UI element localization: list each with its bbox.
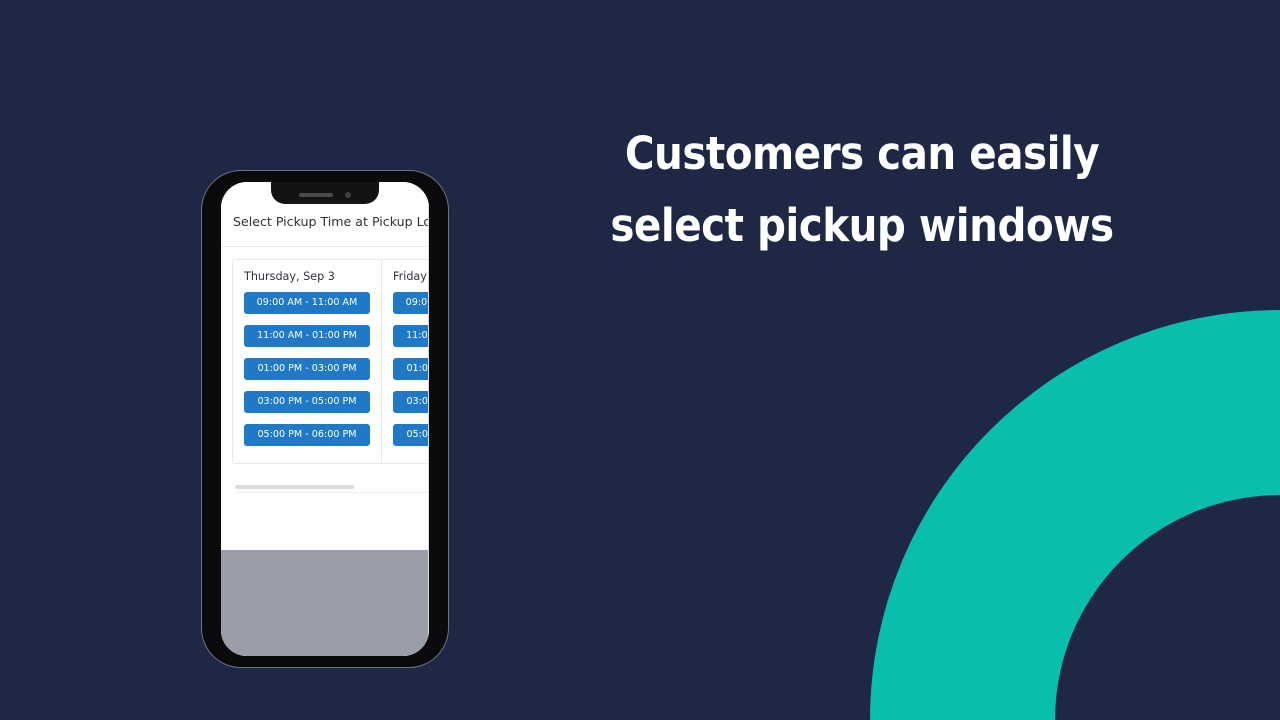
time-slot-button[interactable]: 11:00 AM - 01:00 PM xyxy=(244,324,370,347)
phone-notch xyxy=(271,182,379,204)
day-column: Thursday, Sep 3 09:00 AM - 11:00 AM 11:0… xyxy=(233,259,382,463)
scrollbar-thumb[interactable] xyxy=(235,484,354,489)
time-slot-button[interactable]: 11:00 AM - 01:00 PM xyxy=(393,324,429,347)
teal-ring-decoration xyxy=(870,310,1280,720)
headline-line-1: Customers can easily xyxy=(624,127,1100,180)
headline: Customers can easily select pickup windo… xyxy=(590,118,1134,262)
time-slot-button[interactable]: 09:00 AM - 11:00 AM xyxy=(393,291,429,314)
pickup-slot-card: Thursday, Sep 3 09:00 AM - 11:00 AM 11:0… xyxy=(232,258,429,464)
page-bottom-area xyxy=(221,550,429,656)
time-slot-button[interactable]: 05:00 PM - 06:00 PM xyxy=(393,423,429,446)
screen-clip-edge xyxy=(428,182,429,656)
page-whitespace xyxy=(221,492,429,550)
time-slot-button[interactable]: 05:00 PM - 06:00 PM xyxy=(244,423,370,446)
speaker-grill-icon xyxy=(299,192,333,197)
teal-ring-outer xyxy=(870,310,1280,720)
teal-ring-inner-cutout xyxy=(1055,495,1280,720)
time-slot-button[interactable]: 03:00 PM - 05:00 PM xyxy=(393,390,429,413)
modal-body: Thursday, Sep 3 09:00 AM - 11:00 AM 11:0… xyxy=(221,247,429,493)
front-camera-icon xyxy=(345,191,351,198)
horizontal-scrollbar[interactable] xyxy=(235,484,429,493)
day-column: Friday, Sep 4 09:00 AM - 11:00 AM 11:00 … xyxy=(382,260,429,463)
day-label: Friday, Sep 4 xyxy=(393,269,429,283)
time-slot-button[interactable]: 09:00 AM - 11:00 AM xyxy=(244,291,370,314)
app-page: Select Pickup Time at Pickup Location 1 … xyxy=(221,182,429,656)
time-slot-button[interactable]: 01:00 PM - 03:00 PM xyxy=(244,357,370,380)
modal-title: Select Pickup Time at Pickup Location 1 xyxy=(233,214,429,229)
headline-line-2: select pickup windows xyxy=(610,199,1114,252)
day-label: Thursday, Sep 3 xyxy=(244,269,335,283)
phone-mockup: Select Pickup Time at Pickup Location 1 … xyxy=(201,170,449,668)
time-slot-button[interactable]: 01:00 PM - 03:00 PM xyxy=(393,357,429,380)
phone-screen: Select Pickup Time at Pickup Location 1 … xyxy=(221,182,429,656)
time-slot-button[interactable]: 03:00 PM - 05:00 PM xyxy=(244,390,370,413)
